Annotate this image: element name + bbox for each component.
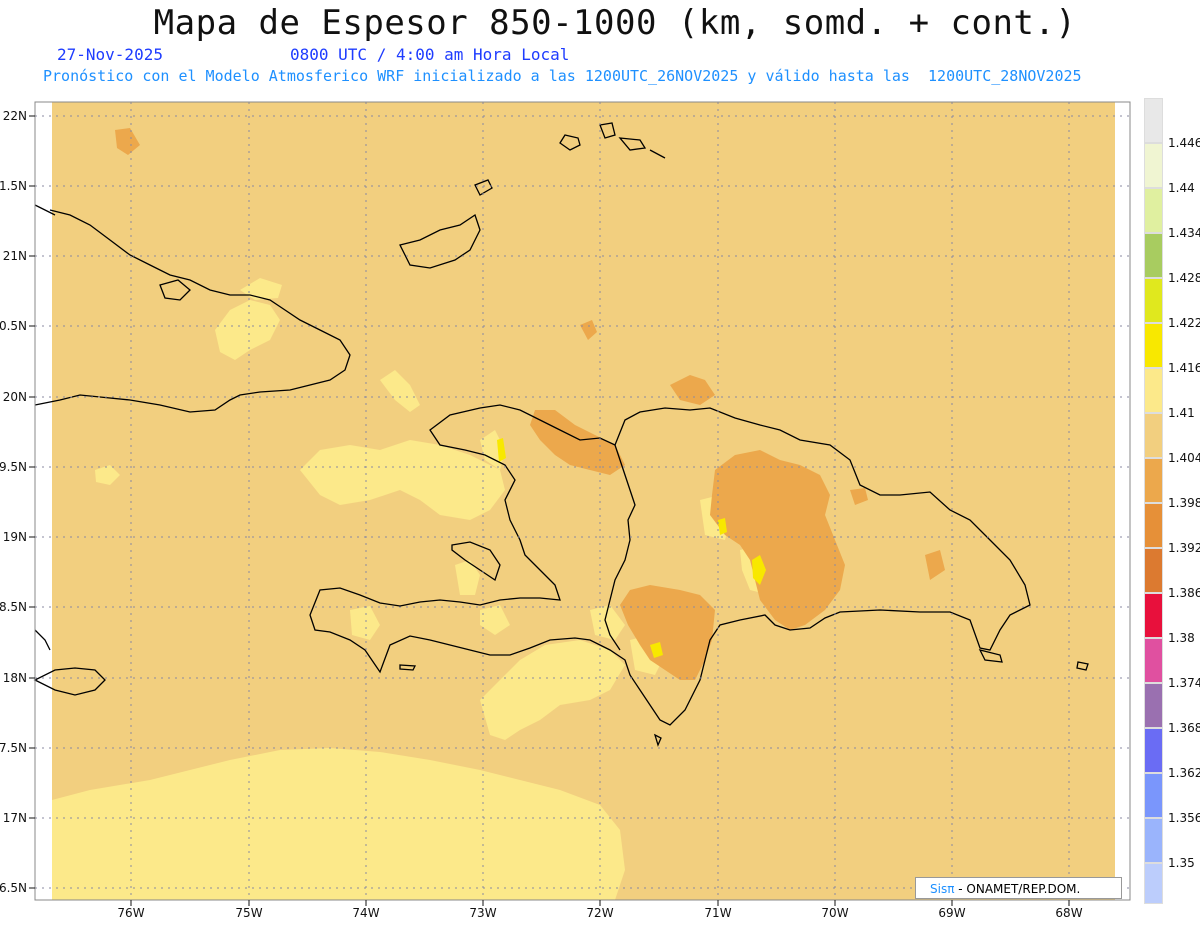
lon-label: 75W [235, 906, 262, 920]
legend-label: 1.434 [1168, 226, 1200, 240]
lon-label: 68W [1055, 906, 1082, 920]
legend-swatch [1144, 278, 1163, 323]
legend-label: 1.422 [1168, 316, 1200, 330]
legend-label: 1.398 [1168, 496, 1200, 510]
lat-label: 8.5N [0, 600, 27, 614]
lat-label: 6.5N [0, 881, 27, 895]
legend-swatch [1144, 323, 1163, 368]
legend-label: 1.392 [1168, 541, 1200, 555]
lat-label: 18N [3, 671, 27, 685]
legend-swatch [1144, 548, 1163, 593]
legend-swatch [1144, 773, 1163, 818]
lat-label: 9.5N [0, 460, 27, 474]
lat-label: 22N [3, 109, 27, 123]
lat-label: 7.5N [0, 741, 27, 755]
latitude-ticks [29, 115, 35, 889]
longitude-labels: 76W 75W 74W 73W 72W 71W 70W 69W 68W [117, 906, 1082, 920]
lat-label: 20N [3, 390, 27, 404]
legend-label: 1.386 [1168, 586, 1200, 600]
lat-label: 21N [3, 249, 27, 263]
legend-label: 1.362 [1168, 766, 1200, 780]
lon-label: 73W [469, 906, 496, 920]
lat-label: 0.5N [0, 319, 27, 333]
longitude-ticks [130, 900, 1070, 906]
legend-swatch [1144, 503, 1163, 548]
legend-swatch [1144, 683, 1163, 728]
lon-label: 70W [821, 906, 848, 920]
legend-swatch [1144, 863, 1163, 904]
legend-swatch [1144, 818, 1163, 863]
legend-swatch [1144, 728, 1163, 773]
legend-label: 1.374 [1168, 676, 1200, 690]
lon-label: 74W [352, 906, 379, 920]
legend-swatch [1144, 413, 1163, 458]
legend-swatch [1144, 638, 1163, 683]
legend-label: 1.35 [1168, 856, 1195, 870]
lon-label: 76W [117, 906, 144, 920]
forecast-time: 0800 UTC / 4:00 am Hora Local [290, 45, 570, 64]
legend-swatch [1144, 593, 1163, 638]
legend-swatch [1144, 368, 1163, 413]
pi-icon: π [947, 882, 955, 896]
forecast-date: 27-Nov-2025 [57, 45, 163, 64]
map-title: Mapa de Espesor 850-1000 (km, somd. + co… [153, 3, 1077, 43]
latitude-labels: 22N 1.5N 21N 0.5N 20N 9.5N 19N 8.5N 18N … [0, 109, 27, 895]
legend-label: 1.368 [1168, 721, 1200, 735]
lat-label: 17N [3, 811, 27, 825]
legend-label: 1.38 [1168, 631, 1195, 645]
legend-label: 1.44 [1168, 181, 1195, 195]
legend-swatch [1144, 458, 1163, 503]
lon-label: 72W [586, 906, 613, 920]
credit-text: - ONAMET/REP.DOM. [958, 882, 1081, 896]
lat-label: 19N [3, 530, 27, 544]
forecast-description: Pronóstico con el Modelo Atmosferico WRF… [43, 67, 1082, 85]
lon-label: 69W [938, 906, 965, 920]
credit-box: Sisπ - ONAMET/REP.DOM. [915, 877, 1122, 899]
legend-swatch [1144, 233, 1163, 278]
lat-label: 1.5N [0, 179, 27, 193]
legend-swatch [1144, 188, 1163, 233]
legend-label: 1.404 [1168, 451, 1200, 465]
lon-label: 71W [704, 906, 731, 920]
thickness-map: 22N 1.5N 21N 0.5N 20N 9.5N 19N 8.5N 18N … [0, 101, 1131, 920]
legend-swatch [1144, 143, 1163, 188]
legend-label: 1.446 [1168, 136, 1200, 150]
legend-label: 1.416 [1168, 361, 1200, 375]
legend-label: 1.356 [1168, 811, 1200, 825]
legend-swatch [1144, 98, 1163, 143]
legend-label: 1.428 [1168, 271, 1200, 285]
credit-sis: Sis [930, 882, 948, 896]
legend-label: 1.41 [1168, 406, 1195, 420]
